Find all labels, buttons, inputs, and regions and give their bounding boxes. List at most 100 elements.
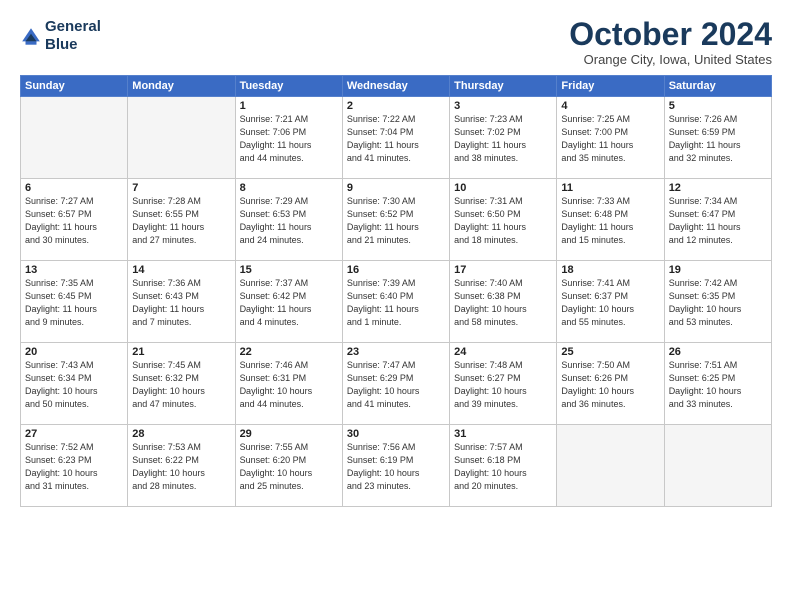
logo-icon [20, 26, 42, 48]
logo-line2: Blue [45, 36, 78, 53]
day-info: Sunrise: 7:42 AM Sunset: 6:35 PM Dayligh… [669, 277, 767, 329]
day-number: 4 [561, 100, 659, 112]
day-cell-6: 6Sunrise: 7:27 AM Sunset: 6:57 PM Daylig… [21, 179, 128, 261]
day-number: 24 [454, 346, 552, 358]
day-number: 17 [454, 264, 552, 276]
day-cell-25: 25Sunrise: 7:50 AM Sunset: 6:26 PM Dayli… [557, 343, 664, 425]
day-cell-15: 15Sunrise: 7:37 AM Sunset: 6:42 PM Dayli… [235, 261, 342, 343]
day-cell-13: 13Sunrise: 7:35 AM Sunset: 6:45 PM Dayli… [21, 261, 128, 343]
calendar: SundayMondayTuesdayWednesdayThursdayFrid… [20, 75, 772, 507]
day-info: Sunrise: 7:26 AM Sunset: 6:59 PM Dayligh… [669, 113, 767, 165]
day-cell-27: 27Sunrise: 7:52 AM Sunset: 6:23 PM Dayli… [21, 425, 128, 507]
day-info: Sunrise: 7:30 AM Sunset: 6:52 PM Dayligh… [347, 195, 445, 247]
day-info: Sunrise: 7:52 AM Sunset: 6:23 PM Dayligh… [25, 441, 123, 493]
day-info: Sunrise: 7:57 AM Sunset: 6:18 PM Dayligh… [454, 441, 552, 493]
day-number: 7 [132, 182, 230, 194]
day-number: 18 [561, 264, 659, 276]
day-number: 11 [561, 182, 659, 194]
day-number: 2 [347, 100, 445, 112]
empty-cell [128, 97, 235, 179]
day-cell-20: 20Sunrise: 7:43 AM Sunset: 6:34 PM Dayli… [21, 343, 128, 425]
day-number: 12 [669, 182, 767, 194]
day-info: Sunrise: 7:25 AM Sunset: 7:00 PM Dayligh… [561, 113, 659, 165]
day-info: Sunrise: 7:50 AM Sunset: 6:26 PM Dayligh… [561, 359, 659, 411]
month-title: October 2024 [569, 18, 772, 50]
day-number: 22 [240, 346, 338, 358]
day-info: Sunrise: 7:47 AM Sunset: 6:29 PM Dayligh… [347, 359, 445, 411]
day-number: 10 [454, 182, 552, 194]
day-info: Sunrise: 7:46 AM Sunset: 6:31 PM Dayligh… [240, 359, 338, 411]
day-cell-9: 9Sunrise: 7:30 AM Sunset: 6:52 PM Daylig… [342, 179, 449, 261]
day-info: Sunrise: 7:21 AM Sunset: 7:06 PM Dayligh… [240, 113, 338, 165]
day-number: 15 [240, 264, 338, 276]
day-info: Sunrise: 7:41 AM Sunset: 6:37 PM Dayligh… [561, 277, 659, 329]
day-cell-5: 5Sunrise: 7:26 AM Sunset: 6:59 PM Daylig… [664, 97, 771, 179]
day-number: 19 [669, 264, 767, 276]
day-info: Sunrise: 7:31 AM Sunset: 6:50 PM Dayligh… [454, 195, 552, 247]
day-info: Sunrise: 7:39 AM Sunset: 6:40 PM Dayligh… [347, 277, 445, 329]
day-info: Sunrise: 7:29 AM Sunset: 6:53 PM Dayligh… [240, 195, 338, 247]
day-info: Sunrise: 7:51 AM Sunset: 6:25 PM Dayligh… [669, 359, 767, 411]
day-number: 20 [25, 346, 123, 358]
day-number: 27 [25, 428, 123, 440]
logo-text: General Blue [45, 18, 101, 54]
day-info: Sunrise: 7:48 AM Sunset: 6:27 PM Dayligh… [454, 359, 552, 411]
day-number: 8 [240, 182, 338, 194]
day-cell-28: 28Sunrise: 7:53 AM Sunset: 6:22 PM Dayli… [128, 425, 235, 507]
day-info: Sunrise: 7:45 AM Sunset: 6:32 PM Dayligh… [132, 359, 230, 411]
day-info: Sunrise: 7:37 AM Sunset: 6:42 PM Dayligh… [240, 277, 338, 329]
week-row-0: 1Sunrise: 7:21 AM Sunset: 7:06 PM Daylig… [21, 97, 772, 179]
day-header-sunday: Sunday [21, 76, 128, 97]
day-cell-12: 12Sunrise: 7:34 AM Sunset: 6:47 PM Dayli… [664, 179, 771, 261]
week-row-3: 20Sunrise: 7:43 AM Sunset: 6:34 PM Dayli… [21, 343, 772, 425]
day-info: Sunrise: 7:34 AM Sunset: 6:47 PM Dayligh… [669, 195, 767, 247]
day-info: Sunrise: 7:43 AM Sunset: 6:34 PM Dayligh… [25, 359, 123, 411]
day-number: 25 [561, 346, 659, 358]
day-info: Sunrise: 7:33 AM Sunset: 6:48 PM Dayligh… [561, 195, 659, 247]
day-info: Sunrise: 7:27 AM Sunset: 6:57 PM Dayligh… [25, 195, 123, 247]
day-info: Sunrise: 7:55 AM Sunset: 6:20 PM Dayligh… [240, 441, 338, 493]
day-number: 16 [347, 264, 445, 276]
day-cell-14: 14Sunrise: 7:36 AM Sunset: 6:43 PM Dayli… [128, 261, 235, 343]
day-number: 6 [25, 182, 123, 194]
week-row-1: 6Sunrise: 7:27 AM Sunset: 6:57 PM Daylig… [21, 179, 772, 261]
day-number: 29 [240, 428, 338, 440]
day-header-monday: Monday [128, 76, 235, 97]
day-cell-31: 31Sunrise: 7:57 AM Sunset: 6:18 PM Dayli… [450, 425, 557, 507]
day-header-wednesday: Wednesday [342, 76, 449, 97]
day-number: 13 [25, 264, 123, 276]
day-cell-1: 1Sunrise: 7:21 AM Sunset: 7:06 PM Daylig… [235, 97, 342, 179]
day-number: 31 [454, 428, 552, 440]
day-header-friday: Friday [557, 76, 664, 97]
day-info: Sunrise: 7:23 AM Sunset: 7:02 PM Dayligh… [454, 113, 552, 165]
day-cell-24: 24Sunrise: 7:48 AM Sunset: 6:27 PM Dayli… [450, 343, 557, 425]
day-number: 21 [132, 346, 230, 358]
day-cell-21: 21Sunrise: 7:45 AM Sunset: 6:32 PM Dayli… [128, 343, 235, 425]
logo: General Blue [20, 18, 101, 54]
day-cell-23: 23Sunrise: 7:47 AM Sunset: 6:29 PM Dayli… [342, 343, 449, 425]
day-cell-19: 19Sunrise: 7:42 AM Sunset: 6:35 PM Dayli… [664, 261, 771, 343]
empty-cell [664, 425, 771, 507]
day-number: 9 [347, 182, 445, 194]
day-info: Sunrise: 7:22 AM Sunset: 7:04 PM Dayligh… [347, 113, 445, 165]
header-row: SundayMondayTuesdayWednesdayThursdayFrid… [21, 76, 772, 97]
day-header-thursday: Thursday [450, 76, 557, 97]
page: General Blue October 2024 Orange City, I… [0, 0, 792, 612]
day-cell-17: 17Sunrise: 7:40 AM Sunset: 6:38 PM Dayli… [450, 261, 557, 343]
day-info: Sunrise: 7:36 AM Sunset: 6:43 PM Dayligh… [132, 277, 230, 329]
day-cell-29: 29Sunrise: 7:55 AM Sunset: 6:20 PM Dayli… [235, 425, 342, 507]
day-cell-3: 3Sunrise: 7:23 AM Sunset: 7:02 PM Daylig… [450, 97, 557, 179]
logo-line1: General [45, 18, 101, 35]
day-cell-18: 18Sunrise: 7:41 AM Sunset: 6:37 PM Dayli… [557, 261, 664, 343]
day-number: 30 [347, 428, 445, 440]
day-info: Sunrise: 7:53 AM Sunset: 6:22 PM Dayligh… [132, 441, 230, 493]
day-cell-26: 26Sunrise: 7:51 AM Sunset: 6:25 PM Dayli… [664, 343, 771, 425]
day-cell-2: 2Sunrise: 7:22 AM Sunset: 7:04 PM Daylig… [342, 97, 449, 179]
day-number: 26 [669, 346, 767, 358]
empty-cell [557, 425, 664, 507]
empty-cell [21, 97, 128, 179]
day-info: Sunrise: 7:28 AM Sunset: 6:55 PM Dayligh… [132, 195, 230, 247]
day-cell-16: 16Sunrise: 7:39 AM Sunset: 6:40 PM Dayli… [342, 261, 449, 343]
day-number: 5 [669, 100, 767, 112]
day-number: 23 [347, 346, 445, 358]
